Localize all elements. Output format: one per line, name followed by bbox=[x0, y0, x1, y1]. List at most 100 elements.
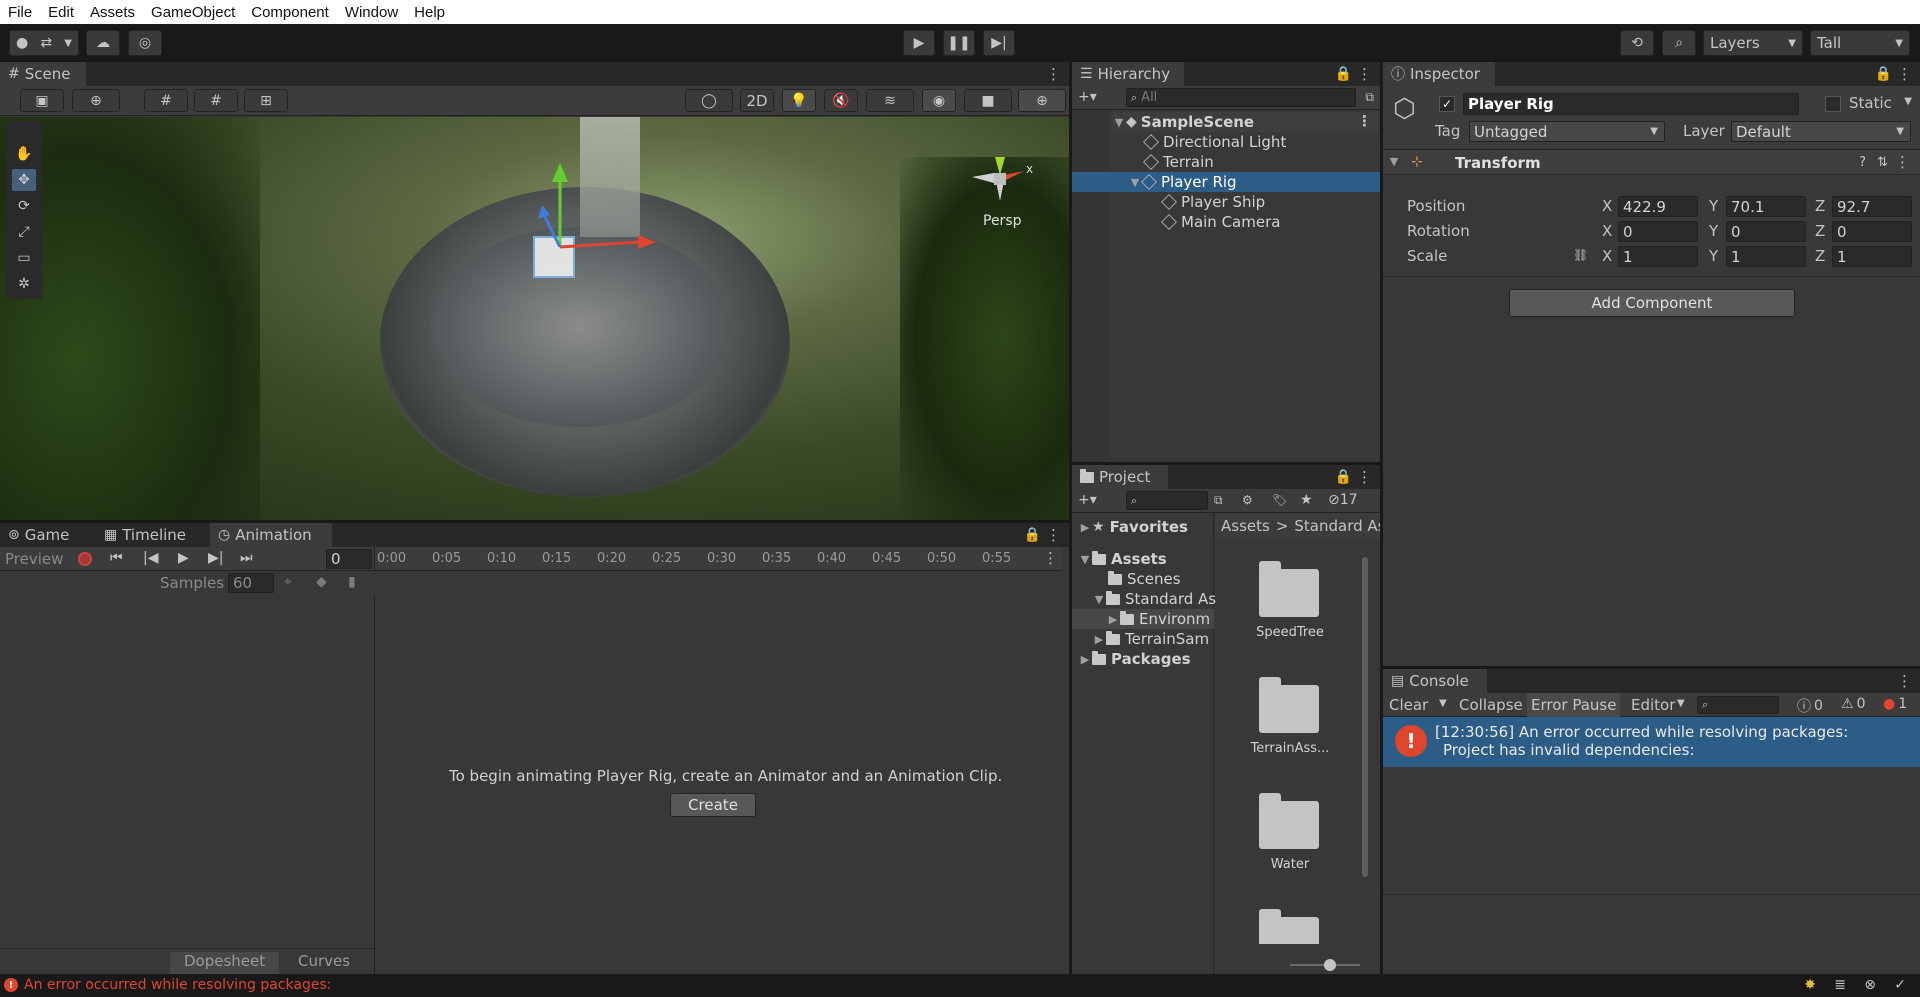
cache-server-icon[interactable]: ≣ bbox=[1834, 977, 1846, 993]
increment-snap[interactable]: # bbox=[194, 89, 238, 112]
step-button[interactable]: ▶| bbox=[983, 30, 1015, 56]
last-keyframe-icon[interactable]: ⏭ bbox=[240, 550, 253, 566]
rotation-y-field[interactable]: 0 bbox=[1726, 221, 1806, 242]
gameobject-cube-icon[interactable]: ⬡ bbox=[1393, 94, 1416, 124]
scale-y-field[interactable]: 1 bbox=[1726, 246, 1806, 267]
folder-speedtree-icon[interactable] bbox=[1259, 561, 1319, 617]
effects-dropdown[interactable]: ≋ bbox=[866, 89, 914, 112]
previous-keyframe-icon[interactable]: |◀ bbox=[143, 550, 158, 566]
play-icon[interactable]: ▶ bbox=[178, 550, 189, 566]
kebab-menu-icon[interactable]: ⋮ bbox=[1357, 112, 1372, 130]
menu-file[interactable]: File bbox=[0, 4, 40, 21]
hierarchy-item-directional-light[interactable]: Directional Light bbox=[1143, 132, 1286, 152]
camera-dropdown[interactable]: ■ bbox=[964, 89, 1012, 112]
expand-arrow-icon[interactable]: ▶ bbox=[1092, 633, 1106, 646]
add-icon[interactable]: +▾ bbox=[1078, 492, 1097, 508]
play-button[interactable]: ▶ bbox=[903, 30, 935, 56]
menu-help[interactable]: Help bbox=[406, 4, 453, 21]
editor-dropdown[interactable]: Editor bbox=[1631, 696, 1675, 714]
gizmos-dropdown[interactable]: ⊕ bbox=[1018, 89, 1066, 112]
label-tag-icon[interactable]: 🏷 bbox=[1272, 493, 1287, 507]
hierarchy-item-terrain[interactable]: Terrain bbox=[1143, 152, 1214, 172]
expand-arrow-icon[interactable]: ▼ bbox=[1128, 176, 1142, 189]
transform-header[interactable]: ▼ ⊹ Transform ? ⇅ ⋮ bbox=[1383, 151, 1920, 175]
auto-lighting-icon[interactable]: ✸ bbox=[1804, 977, 1816, 993]
console-search-input[interactable]: ⌕ bbox=[1697, 696, 1779, 714]
kebab-menu-icon[interactable]: ⋮ bbox=[1897, 65, 1912, 83]
move-gizmo[interactable] bbox=[520, 157, 670, 287]
kebab-menu-icon[interactable]: ⋮ bbox=[1897, 672, 1912, 690]
favorites-item[interactable]: ▶ ★ Favorites bbox=[1078, 517, 1188, 537]
tag-dropdown[interactable]: Untagged ▼ bbox=[1469, 121, 1665, 142]
position-z-field[interactable]: 92.7 bbox=[1832, 196, 1912, 217]
warning-filter-toggle[interactable]: ⚠ 0 bbox=[1841, 696, 1865, 712]
scale-x-field[interactable]: 1 bbox=[1618, 246, 1698, 267]
expand-arrow-icon[interactable]: ▼ bbox=[1112, 116, 1126, 129]
next-keyframe-icon[interactable]: ▶| bbox=[208, 550, 223, 566]
tab-console[interactable]: ▤ Console bbox=[1383, 669, 1487, 693]
menu-edit[interactable]: Edit bbox=[40, 4, 82, 21]
scene-root-item[interactable]: ▼ ◆ SampleScene ⋮ bbox=[1112, 112, 1378, 132]
hierarchy-search-input[interactable]: ⌕ All bbox=[1126, 88, 1356, 107]
error-filter-toggle[interactable]: ● 1 bbox=[1883, 696, 1907, 712]
dopesheet-button[interactable]: Dopesheet bbox=[170, 952, 280, 974]
debug-icon[interactable]: ⊗ bbox=[1864, 977, 1876, 993]
search-options-icon[interactable]: ⧉ bbox=[1365, 90, 1374, 105]
menu-window[interactable]: Window bbox=[337, 4, 406, 21]
lock-icon[interactable]: 🔒 bbox=[1875, 66, 1892, 82]
rotation-x-field[interactable]: 0 bbox=[1618, 221, 1698, 242]
transform-tool-icon[interactable]: ✲ bbox=[12, 273, 36, 295]
clear-button[interactable]: Clear bbox=[1389, 696, 1428, 714]
2d-toggle[interactable]: 2D bbox=[740, 89, 774, 112]
info-filter-toggle[interactable]: ⓘ 0 bbox=[1797, 696, 1823, 716]
folder-terrainassets-label[interactable]: TerrainAss... bbox=[1235, 741, 1345, 756]
kebab-menu-icon[interactable]: ⋮ bbox=[1895, 153, 1910, 171]
rect-tool-icon[interactable]: ▭ bbox=[12, 247, 36, 269]
scene-viewport[interactable]: ✋ ✥ ⟳ ⤢ ▭ ✲ x Persp bbox=[0, 117, 1069, 520]
account-dropdown[interactable]: ● ⇄ ▼ bbox=[9, 30, 79, 56]
menu-component[interactable]: Component bbox=[243, 4, 337, 21]
folder-partial-icon[interactable] bbox=[1259, 909, 1319, 944]
console-log-entry[interactable]: ! [12:30:56] An error occurred while res… bbox=[1383, 717, 1920, 767]
chevron-down-icon[interactable]: ▼ bbox=[1677, 698, 1685, 709]
slider-handle[interactable] bbox=[1324, 959, 1336, 971]
error-icon[interactable]: ! bbox=[4, 978, 18, 992]
project-search-input[interactable]: ⌕ bbox=[1126, 491, 1208, 510]
expand-arrow-icon[interactable]: ▶ bbox=[1106, 613, 1120, 626]
kebab-menu-icon[interactable]: ⋮ bbox=[1043, 549, 1058, 567]
tab-timeline[interactable]: ▦ Timeline bbox=[96, 523, 210, 547]
kebab-menu-icon[interactable]: ⋮ bbox=[1046, 65, 1061, 83]
pause-button[interactable]: ❚❚ bbox=[943, 30, 975, 56]
layer-dropdown[interactable]: Default ▼ bbox=[1731, 121, 1911, 142]
scale-tool-icon[interactable]: ⤢ bbox=[12, 221, 36, 243]
active-checkbox[interactable]: ✓ bbox=[1439, 96, 1455, 112]
tree-item-terrain-sample[interactable]: ▶ TerrainSam bbox=[1092, 629, 1209, 649]
hidden-packages-toggle[interactable]: ⊘ 17 bbox=[1328, 492, 1358, 508]
chevron-down-icon[interactable]: ▼ bbox=[1904, 96, 1912, 107]
add-keyframe-icon[interactable]: ⌖ bbox=[284, 574, 292, 590]
record-icon[interactable] bbox=[78, 552, 92, 566]
position-x-field[interactable]: 422.9 bbox=[1618, 196, 1698, 217]
tree-item-scenes[interactable]: Scenes bbox=[1108, 569, 1181, 589]
tab-project[interactable]: Project bbox=[1072, 465, 1168, 489]
tab-inspector[interactable]: ⓘ Inspector bbox=[1383, 62, 1495, 86]
persp-label[interactable]: Persp bbox=[983, 213, 1022, 229]
search-options-icon[interactable]: ⧉ bbox=[1214, 493, 1223, 508]
project-scrollbar[interactable] bbox=[1360, 545, 1370, 945]
tab-animation[interactable]: ◷ Animation bbox=[210, 523, 332, 547]
folder-terrainassets-icon[interactable] bbox=[1259, 677, 1319, 733]
grid-snap-toggle[interactable]: # bbox=[144, 89, 188, 112]
kebab-menu-icon[interactable]: ⋮ bbox=[1046, 526, 1061, 544]
kebab-menu-icon[interactable]: ⋮ bbox=[1357, 468, 1372, 486]
add-icon[interactable]: +▾ bbox=[1078, 89, 1097, 105]
expand-arrow-icon[interactable]: ▶ bbox=[1078, 653, 1092, 666]
hierarchy-item-main-camera[interactable]: Main Camera bbox=[1161, 212, 1280, 232]
menu-gameobject[interactable]: GameObject bbox=[143, 4, 243, 21]
frame-field[interactable]: 0 bbox=[326, 549, 372, 569]
lock-icon[interactable]: 🔒 bbox=[1335, 66, 1352, 82]
assets-item[interactable]: ▼ Assets bbox=[1078, 549, 1167, 569]
first-keyframe-icon[interactable]: ⏮ bbox=[110, 550, 123, 566]
expand-arrow-icon[interactable]: ▼ bbox=[1092, 593, 1106, 606]
create-animation-button[interactable]: Create bbox=[670, 793, 756, 817]
draw-mode-dropdown[interactable]: ▣ bbox=[20, 89, 64, 112]
